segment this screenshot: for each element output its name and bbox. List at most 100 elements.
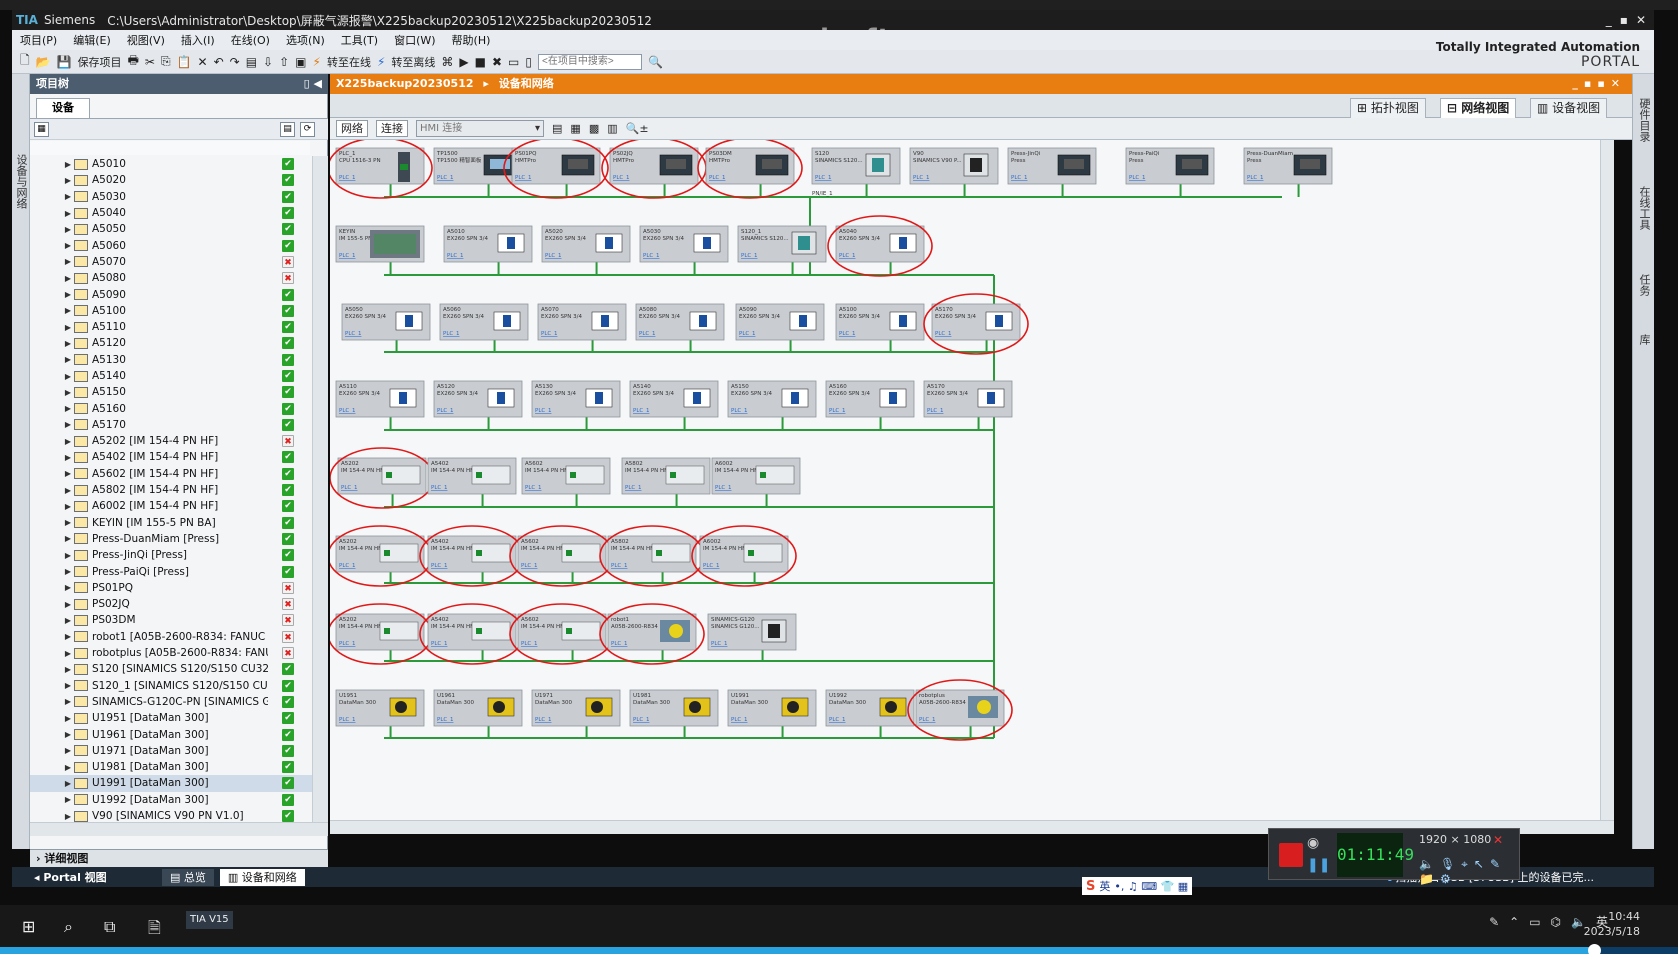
close-button[interactable]: ✕ [1636,13,1646,27]
new-project-icon[interactable]: 🗋 [20,51,30,72]
device-link[interactable]: PLC_1 [443,331,459,337]
tree-item[interactable]: ▶ A5130 ✔ [30,352,312,368]
network-icon[interactable]: ⌬ [1551,915,1561,929]
device-link[interactable]: PLC_1 [613,175,629,181]
network-canvas[interactable]: PN/IE_1 PLC_1 CPU 1516-3 PN PLC_1 TP1500 TP15… [330,140,1600,820]
device-link[interactable]: PLC_1 [633,717,649,723]
device-card[interactable]: robotplusA05B-2600-R834 PLC_1 [915,689,1005,738]
device-card[interactable]: robot1A05B-2600-R834 PLC_1 [607,613,697,661]
device-link[interactable]: PLC_1 [731,717,747,723]
pause-icon[interactable]: ❚❚ [1307,857,1330,873]
expand-arrow-icon[interactable]: ▶ [62,502,74,511]
device-card[interactable]: A5080EX260 SPN 3/4 PLC_1 [635,303,725,352]
device-link[interactable]: PLC_1 [639,331,655,337]
device-card[interactable]: PLC_1CPU 1516-3 PNPLC_1 [335,147,425,197]
device-link[interactable]: PLC_1 [431,641,447,647]
compile-icon[interactable]: ▤ [246,55,257,69]
devices-networks-side-tab[interactable]: 设备与网络 [12,74,30,849]
device-link[interactable]: PLC_1 [535,408,551,414]
device-card[interactable]: A5130EX260 SPN 3/4 PLC_1 [531,380,621,430]
device-card[interactable]: V90SINAMICS V90 P... PLC_1 [909,147,999,197]
tree-item[interactable]: ▶ A5802 [IM 154-4 PN HF] ✔ [30,482,312,498]
expand-arrow-icon[interactable]: ▶ [62,616,74,625]
subnet-icon[interactable]: ▦ [570,122,580,135]
device-link[interactable]: PLC_1 [545,253,561,259]
editor-window-controls[interactable]: _▪▪✕ [1572,74,1626,94]
device-card[interactable]: U1961DataMan 300 PLC_1 [433,689,523,738]
device-card[interactable]: A5060EX260 SPN 3/4 PLC_1 [439,303,529,352]
device-link[interactable]: PLC_1 [341,485,357,491]
expand-arrow-icon[interactable]: ▶ [62,649,74,658]
expand-arrow-icon[interactable]: ▶ [62,779,74,788]
device-link[interactable]: PLC_1 [339,175,355,181]
device-link[interactable]: PLC_1 [437,717,453,723]
expand-arrow-icon[interactable]: ▶ [62,192,74,201]
expand-arrow-icon[interactable]: ▶ [62,404,74,413]
expand-arrow-icon[interactable]: ▶ [62,323,74,332]
go-online-button[interactable]: 转至在线 [327,54,371,70]
expand-arrow-icon[interactable]: ▶ [62,600,74,609]
device-link[interactable]: PLC_1 [515,175,531,181]
tree-item[interactable]: ▶ SINAMICS-G120C-PN [SINAMICS G1... ✔ [30,694,312,710]
minimize-button[interactable]: _ [1606,13,1612,27]
start-cpu-icon[interactable]: ▶ [459,55,468,69]
device-link[interactable]: PLC_1 [611,641,627,647]
device-card[interactable]: A5030EX260 SPN 3/4 PLC_1 [639,225,729,275]
table-icon[interactable]: ▥ [607,122,617,135]
zoom-icon[interactable]: 🔍± [626,122,649,135]
tree-horizontal-scrollbar[interactable] [30,822,328,836]
record-stop-button[interactable] [1279,843,1303,867]
battery-icon[interactable]: ▭ [1529,915,1540,929]
tree-item[interactable]: ▶ PS01PQ ✖ [30,580,312,596]
search-icon[interactable]: ⌕ [64,917,73,937]
device-card[interactable]: PS03DMHMTPro PLC_1 [705,147,795,197]
tree-item[interactable]: ▶ A5090 ✔ [30,286,312,302]
sync-icon[interactable]: ⟳ [300,122,315,137]
device-link[interactable]: PLC_1 [919,717,935,723]
redo-icon[interactable]: ↷ [230,55,240,69]
device-link[interactable]: PLC_1 [829,408,845,414]
detail-view-toggle[interactable]: › 详细视图 [30,849,328,867]
device-card[interactable]: U1992DataMan 300 PLC_1 [825,689,915,738]
device-card[interactable]: A5010EX260 SPN 3/4 PLC_1 [443,225,533,275]
expand-arrow-icon[interactable]: ▶ [62,812,74,821]
expand-arrow-icon[interactable]: ▶ [62,632,74,641]
tree-item[interactable]: ▶ robotplus [A05B-2600-R834: FANUC... ✖ [30,645,312,661]
tree-item[interactable]: ▶ S120_1 [SINAMICS S120/S150 CU32... ✔ [30,678,312,694]
device-link[interactable]: PLC_1 [633,408,649,414]
device-link[interactable]: PLC_1 [913,175,929,181]
delete-icon[interactable]: ✕ [198,55,208,69]
device-card[interactable]: A5120EX260 SPN 3/4 PLC_1 [433,380,523,430]
tree-item[interactable]: ▶ robot1 [A05B-2600-R834: FANUC R... ✖ [30,629,312,645]
expand-arrow-icon[interactable]: ▶ [62,420,74,429]
expand-arrow-icon[interactable]: ▶ [62,795,74,804]
tab-devices-networks[interactable]: ▥ 设备和网络 [219,868,305,886]
expand-arrow-icon[interactable]: ▶ [62,730,74,739]
tab-network-view[interactable]: ⊟ 网络视图 [1440,98,1517,118]
tree-item[interactable]: ▶ U1971 [DataMan 300] ✔ [30,743,312,759]
device-link[interactable]: PLC_1 [431,485,447,491]
device-card[interactable]: A5802IM 154-4 PN HF PLC_1 [607,535,697,583]
device-card[interactable]: A5602IM 154-4 PN HF PLC_1 [521,457,611,507]
tree-item[interactable]: ▶ Press-PaiQi [Press] ✔ [30,563,312,579]
expand-arrow-icon[interactable]: ▶ [62,437,74,446]
overview-icon[interactable]: ▤ [280,122,295,137]
tree-item[interactable]: ▶ U1991 [DataMan 300] ✔ [30,775,312,792]
device-link[interactable]: PLC_1 [521,641,537,647]
device-card[interactable]: A5602IM 154-4 PN HF PLC_1 [517,535,607,583]
expand-arrow-icon[interactable]: ▶ [62,697,74,706]
device-card[interactable]: KEYINIM 155-5 PN BAPLC_1 [335,225,425,275]
ime-language[interactable]: 英 [1099,878,1110,894]
expand-arrow-icon[interactable]: ▶ [62,665,74,674]
tree-item[interactable]: ▶ A5170 ✔ [30,417,312,433]
paste-icon[interactable]: 📋 [177,55,192,69]
device-card[interactable]: A5202IM 154-4 PN HF PLC_1 [335,613,425,661]
device-card[interactable]: Press-JinQiPress PLC_1 [1007,147,1097,197]
copy-icon[interactable]: ⎘ [161,54,171,69]
device-card[interactable]: Press-PaiQiPress PLC_1 [1125,147,1215,197]
expand-arrow-icon[interactable]: ▶ [62,486,74,495]
tree-item[interactable]: ▶ U1992 [DataMan 300] ✔ [30,792,312,808]
tree-item[interactable]: ▶ A5140 ✔ [30,368,312,384]
device-card[interactable]: A5140EX260 SPN 3/4 PLC_1 [629,380,719,430]
tree-item[interactable]: ▶ S120 [SINAMICS S120/S150 CU320-... ✔ [30,661,312,677]
